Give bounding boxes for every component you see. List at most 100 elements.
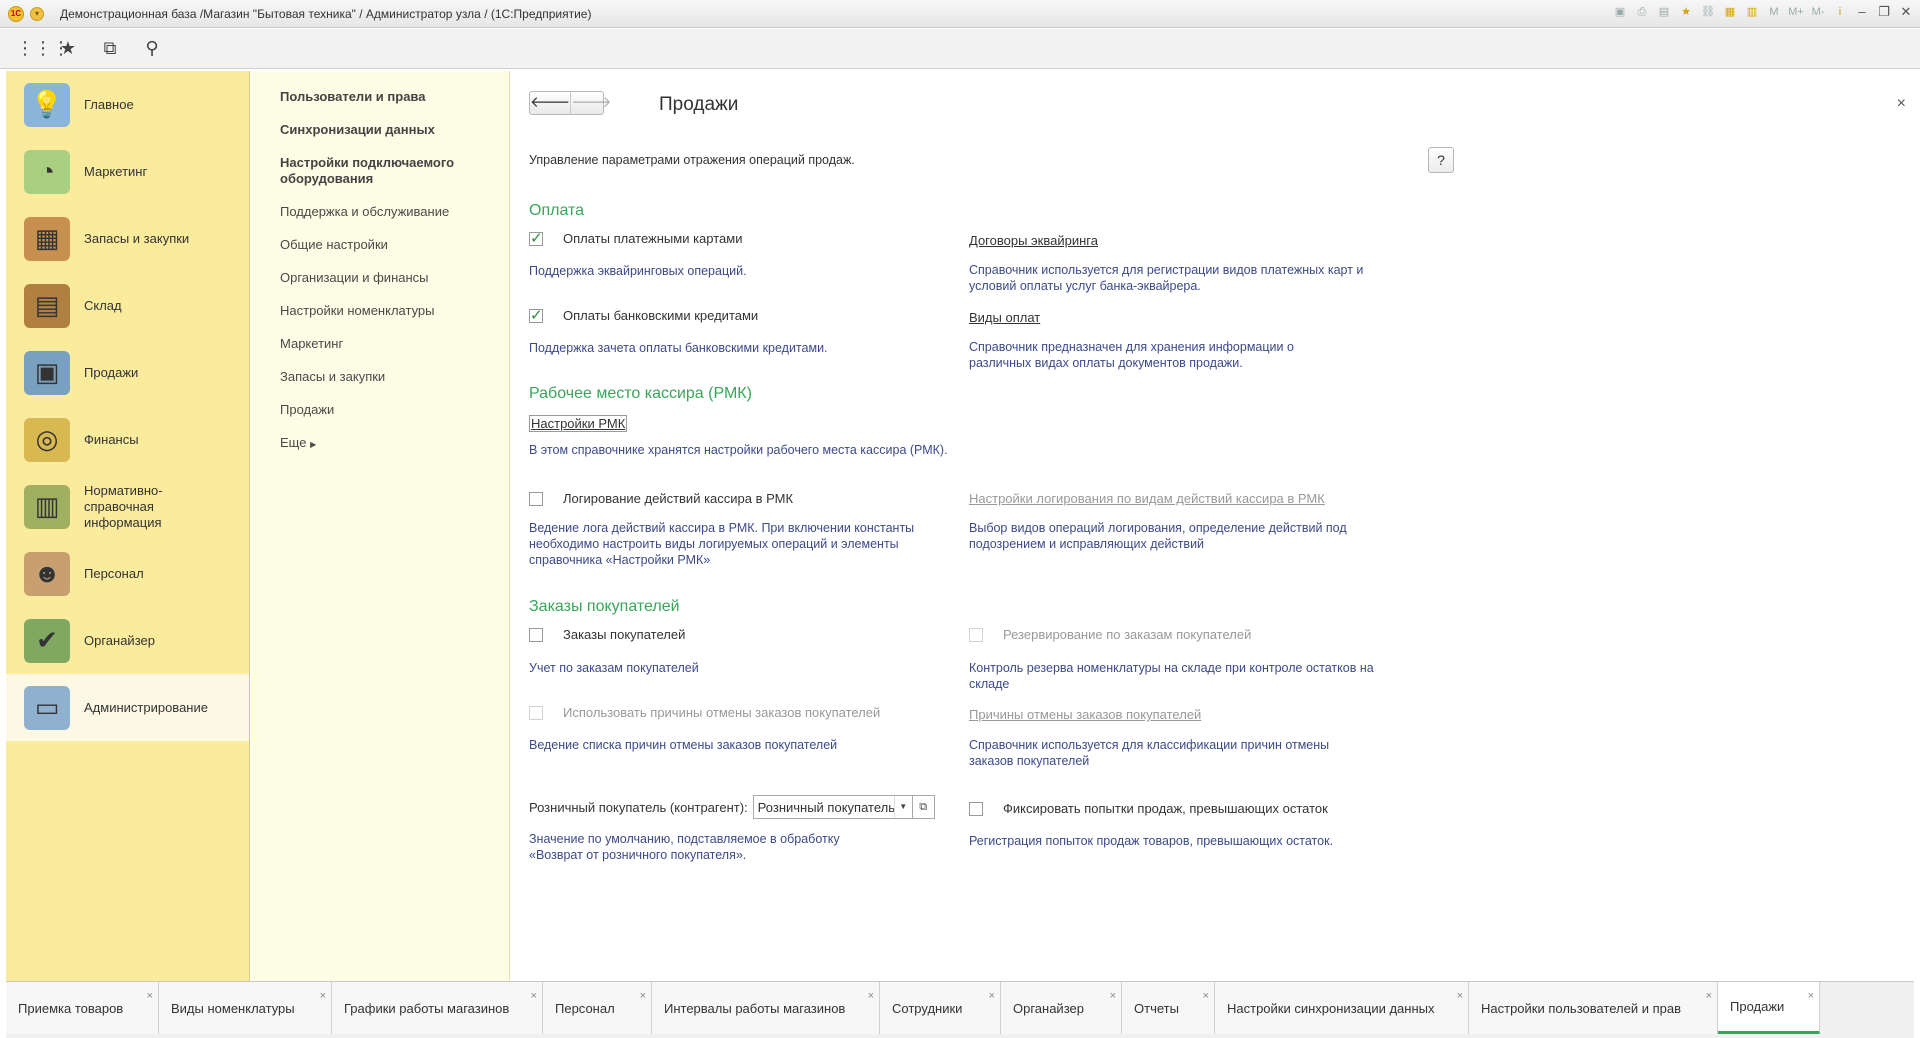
- section-finance[interactable]: ◎ Финансы: [6, 406, 249, 473]
- group-payment-title: Оплата: [529, 202, 585, 219]
- cards-checkbox-row[interactable]: Оплаты платежными картами: [529, 229, 742, 247]
- section-administration[interactable]: ▭ Администрирование: [6, 674, 249, 741]
- link-icon[interactable]: ⛓: [1700, 4, 1716, 20]
- section-warehouse[interactable]: ▤ Склад: [6, 272, 249, 339]
- orders-checkbox-row[interactable]: Заказы покупателей: [529, 627, 685, 642]
- tab-personnel[interactable]: Персонал ×: [543, 982, 652, 1034]
- tab-organizer[interactable]: Органайзер ×: [1001, 982, 1122, 1034]
- tab-nomenclature-types[interactable]: Виды номенклатуры ×: [159, 982, 332, 1034]
- form-close-button[interactable]: ×: [1897, 95, 1906, 113]
- tab-store-schedules[interactable]: Графики работы магазинов ×: [332, 982, 543, 1034]
- tab-close-icon[interactable]: ×: [147, 990, 153, 1002]
- memory-plus-button[interactable]: M+: [1788, 4, 1804, 20]
- tab-store-intervals[interactable]: Интервалы работы магазинов ×: [652, 982, 880, 1034]
- tab-goods-receipt[interactable]: Приемка товаров ×: [6, 982, 159, 1034]
- fix-attempts-checkbox[interactable]: [969, 801, 983, 816]
- calendar-icon[interactable]: ▥: [1744, 4, 1760, 20]
- log-checkbox-row[interactable]: Логирование действий кассира в РМК: [529, 491, 793, 506]
- retail-buyer-input[interactable]: Розничный покупатель ▼: [752, 795, 913, 819]
- section-sales[interactable]: ▣ Продажи: [6, 339, 249, 406]
- acquiring-contracts-link[interactable]: Договоры эквайринга: [969, 233, 1098, 248]
- apps-grid-icon[interactable]: ⋮⋮⋮: [16, 38, 70, 59]
- section-personnel[interactable]: ☻ Персонал: [6, 540, 249, 607]
- main-toolbar: ⋮⋮⋮ ★ ⧉ ⚲: [0, 29, 1920, 69]
- nav-nomenclature-settings[interactable]: Настройки номенклатуры: [262, 303, 509, 319]
- memory-minus-button[interactable]: M-: [1810, 4, 1826, 20]
- tab-close-icon[interactable]: ×: [531, 990, 537, 1002]
- section-organizer[interactable]: ✔ Органайзер: [6, 607, 249, 674]
- favorites-star-icon[interactable]: ★: [58, 38, 78, 59]
- credit-checkbox-row[interactable]: Оплаты банковскими кредитами: [529, 306, 758, 324]
- retail-buyer-label: Розничный покупатель (контрагент):: [529, 799, 748, 815]
- tab-sync-settings[interactable]: Настройки синхронизации данных ×: [1215, 982, 1469, 1034]
- fix-attempts-checkbox-row[interactable]: Фиксировать попытки продаж, превышающих …: [969, 801, 1328, 816]
- nav-more-label: Еще: [280, 435, 307, 450]
- nav-stock-purchases[interactable]: Запасы и закупки: [262, 369, 509, 385]
- nav-sales[interactable]: Продажи: [262, 402, 509, 418]
- tab-reports[interactable]: Отчеты ×: [1122, 982, 1215, 1034]
- tab-close-icon[interactable]: ×: [1110, 990, 1116, 1002]
- tab-sales[interactable]: Продажи ×: [1718, 982, 1820, 1034]
- help-button[interactable]: ?: [1428, 147, 1454, 173]
- restore-icon[interactable]: ❐: [1876, 4, 1892, 20]
- memory-button[interactable]: M: [1766, 4, 1782, 20]
- cards-checkbox[interactable]: [529, 229, 543, 247]
- nav-data-sync[interactable]: Синхронизации данных: [262, 122, 509, 138]
- group-orders-title: Заказы покупателей: [529, 598, 680, 615]
- nav-support[interactable]: Поддержка и обслуживание: [262, 204, 509, 220]
- tab-close-icon[interactable]: ×: [1203, 990, 1209, 1002]
- tab-close-icon[interactable]: ×: [1808, 990, 1814, 1002]
- cancel-reasons-link[interactable]: Причины отмены заказов покупателей: [969, 707, 1201, 722]
- search-icon[interactable]: ⚲: [142, 38, 162, 59]
- rmk-settings-link[interactable]: Настройки РМК: [529, 415, 628, 432]
- tab-close-icon[interactable]: ×: [989, 990, 995, 1002]
- history-icon[interactable]: ⧉: [100, 38, 120, 59]
- orders-label: Заказы покупателей: [563, 627, 686, 642]
- tab-employees[interactable]: Сотрудники ×: [880, 982, 1001, 1034]
- tab-close-icon[interactable]: ×: [1706, 990, 1712, 1002]
- nav-marketing[interactable]: Маркетинг: [262, 336, 509, 352]
- tab-close-icon[interactable]: ×: [320, 990, 326, 1002]
- section-stock-purchases[interactable]: ▦ Запасы и закупки: [6, 205, 249, 272]
- sections-panel: 💡 Главное ◔ Маркетинг ▦ Запасы и закупки…: [6, 71, 250, 981]
- log-label: Логирование действий кассира в РМК: [563, 491, 794, 506]
- tab-close-icon[interactable]: ×: [868, 990, 874, 1002]
- main-menu-icon[interactable]: ▾: [30, 6, 44, 21]
- section-label: Финансы: [84, 431, 139, 447]
- dropdown-arrow-icon[interactable]: ▼: [893, 796, 912, 818]
- tab-label: Виды номенклатуры: [171, 1000, 295, 1016]
- document-icon[interactable]: ▤: [1656, 4, 1672, 20]
- nav-org-finance[interactable]: Организации и финансы: [262, 270, 509, 286]
- nav-general-settings[interactable]: Общие настройки: [262, 237, 509, 253]
- window-close-icon[interactable]: ✕: [1898, 4, 1914, 20]
- log-settings-link[interactable]: Настройки логирования по видам действий …: [969, 491, 1325, 506]
- log-checkbox[interactable]: [529, 491, 543, 506]
- tab-label: Интервалы работы магазинов: [664, 1000, 846, 1016]
- nav-more[interactable]: Еще ▶: [262, 435, 509, 453]
- retail-buyer-value: Розничный покупатель: [757, 799, 894, 815]
- orders-checkbox[interactable]: [529, 627, 543, 642]
- nav-users-rights[interactable]: Пользователи и права: [262, 89, 509, 105]
- chevron-right-icon: ▶: [310, 440, 317, 449]
- nav-equipment-settings[interactable]: Настройки подключаемого оборудования: [262, 155, 509, 187]
- payment-types-link[interactable]: Виды оплат: [969, 310, 1040, 325]
- favorites-icon[interactable]: ★: [1678, 4, 1694, 20]
- section-main[interactable]: 💡 Главное: [6, 71, 249, 138]
- calculator-icon[interactable]: ▦: [1722, 4, 1738, 20]
- credit-checkbox[interactable]: [529, 306, 543, 324]
- info-icon[interactable]: i: [1832, 4, 1848, 20]
- section-reference-info[interactable]: ▥ Нормативно-справочная информация: [6, 473, 249, 540]
- forward-button[interactable]: 🡒: [570, 92, 611, 114]
- open-icon[interactable]: ⧉: [912, 795, 935, 819]
- back-button[interactable]: 🡐: [530, 92, 570, 114]
- minimize-icon[interactable]: –: [1854, 4, 1870, 20]
- cancel-reasons-checkbox-row: Использовать причины отмены заказов поку…: [529, 705, 880, 720]
- main-form: 🡐 🡒 Продажи × Управление параметрами отр…: [511, 71, 1914, 981]
- tab-close-icon[interactable]: ×: [640, 990, 646, 1002]
- print-icon[interactable]: ⎙: [1634, 4, 1650, 20]
- tab-user-settings[interactable]: Настройки пользователей и прав ×: [1469, 982, 1718, 1034]
- app-logo-icon[interactable]: 1С: [8, 5, 24, 22]
- save-icon[interactable]: ▣: [1612, 4, 1628, 20]
- section-marketing[interactable]: ◔ Маркетинг: [6, 138, 249, 205]
- tab-close-icon[interactable]: ×: [1457, 990, 1463, 1002]
